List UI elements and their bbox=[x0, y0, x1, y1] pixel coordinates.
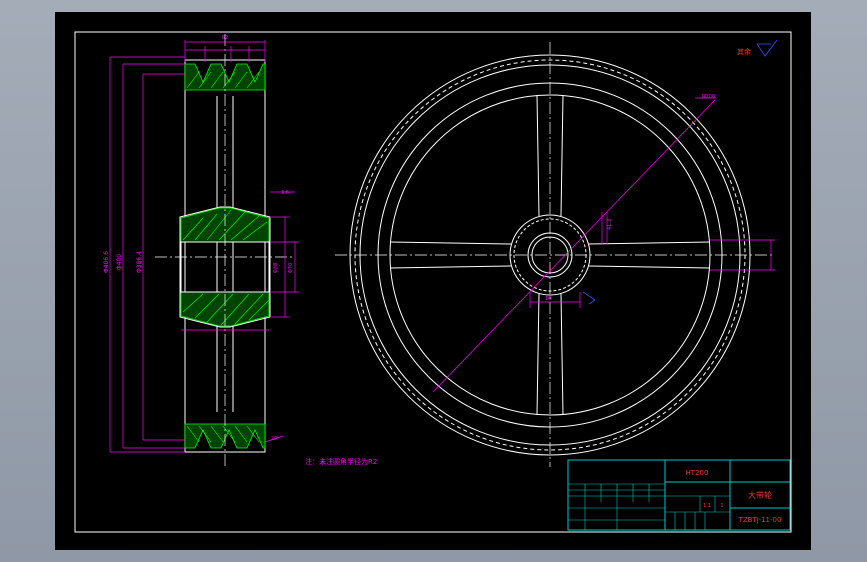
dim-outer-dia: Φ406.6 bbox=[103, 251, 110, 273]
dim-keyway: 10 bbox=[545, 296, 551, 302]
dim-chamfer: 1.6 bbox=[281, 190, 289, 196]
title-block: HT200 大带轮 TZBTJ-11-00 1:1 1 bbox=[567, 459, 791, 531]
title-drawing-name: 大带轮 bbox=[748, 490, 772, 500]
dim-hub: Φ70 bbox=[288, 263, 294, 273]
dim-radius: R200 bbox=[702, 94, 715, 100]
inner-frame bbox=[74, 31, 792, 533]
drawing-sheet[interactable]: Φ406.6 Φ400 Φ386.4 82 Φ70 Φ38 1.6 20 R20… bbox=[55, 12, 811, 550]
title-material: HT200 bbox=[686, 469, 709, 477]
section-leader bbox=[582, 291, 596, 305]
svg-text:其余: 其余 bbox=[737, 47, 751, 56]
title-drawing-number: TZBTJ-11-00 bbox=[738, 516, 782, 524]
drawing-canvas: Φ406.6 Φ400 Φ386.4 82 Φ70 Φ38 1.6 20 R20… bbox=[74, 31, 792, 533]
title-count: 1 bbox=[720, 503, 723, 509]
title-scale: 1:1 bbox=[703, 503, 711, 509]
dim-face: 20 bbox=[271, 436, 277, 442]
section-view: Φ406.6 Φ400 Φ386.4 82 Φ70 Φ38 1.6 20 bbox=[103, 34, 299, 467]
dim-hub-width: 82 bbox=[222, 35, 228, 41]
cad-viewport: Φ406.6 Φ400 Φ386.4 82 Φ70 Φ38 1.6 20 R20… bbox=[0, 0, 867, 562]
drawing-note: 注：未注圆角半径为R2 bbox=[305, 457, 377, 466]
roughness-symbol: 其余 bbox=[737, 39, 778, 57]
front-dimensions bbox=[432, 97, 775, 393]
dim-groove-dia: Φ386.4 bbox=[136, 251, 143, 273]
dim-key-height: 41.3 bbox=[607, 219, 613, 230]
dim-pitch-dia: Φ400 bbox=[116, 254, 123, 270]
dim-bore: Φ38 bbox=[273, 263, 279, 273]
